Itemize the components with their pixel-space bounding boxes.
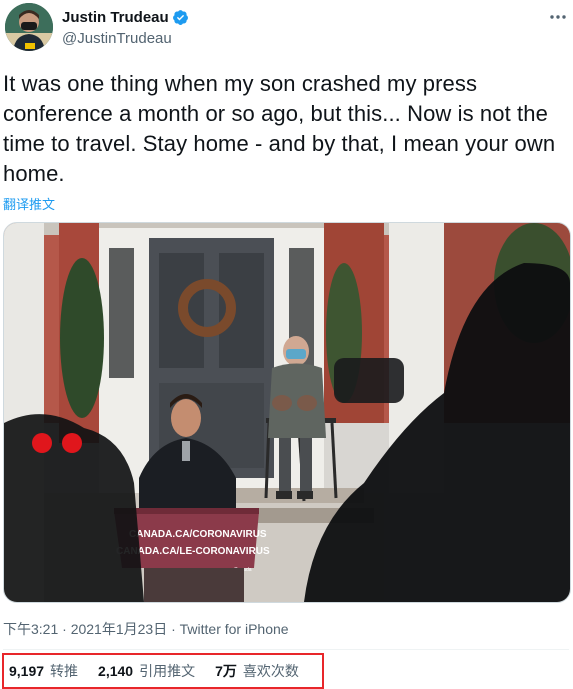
engagement-stats: 9,197 转推 2,140 引用推文 7万 喜欢次数 (2, 653, 324, 689)
stat-label: 转推 (50, 663, 79, 679)
stat-retweets[interactable]: 9,197 转推 (9, 661, 78, 681)
stat-value: 9,197 (9, 663, 45, 679)
more-options-button[interactable] (548, 8, 568, 26)
display-name[interactable]: Justin Trudeau (62, 9, 169, 26)
stat-likes[interactable]: 7万 喜欢次数 (215, 661, 299, 681)
verified-badge-icon (172, 10, 188, 25)
divider (3, 649, 569, 650)
author-name-row[interactable]: Justin Trudeau (62, 9, 189, 26)
stat-label: 喜欢次数 (242, 663, 299, 679)
podium-text-1: CANADA.CA/CORONAVIRUS (129, 529, 267, 540)
stat-value: 7万 (215, 663, 237, 679)
stat-label: 引用推文 (139, 663, 196, 679)
stat-quote-tweets[interactable]: 2,140 引用推文 (98, 661, 195, 681)
tweet-photo[interactable]: CANADA.CA/CORONAVIRUS CANADA.CA/LE-CORON… (3, 222, 571, 603)
translate-tweet-link[interactable]: 翻译推文 (3, 194, 55, 213)
tweet-timestamp-source[interactable]: 下午3:21 · 2021年1月23日 · Twitter for iPhone (3, 619, 289, 639)
user-handle[interactable]: @JustinTrudeau (62, 30, 172, 47)
stat-value: 2,140 (98, 663, 134, 679)
avatar[interactable] (5, 3, 53, 51)
tweet-text: It was one thing when my son crashed my … (3, 71, 556, 186)
more-dots-icon (550, 15, 566, 19)
